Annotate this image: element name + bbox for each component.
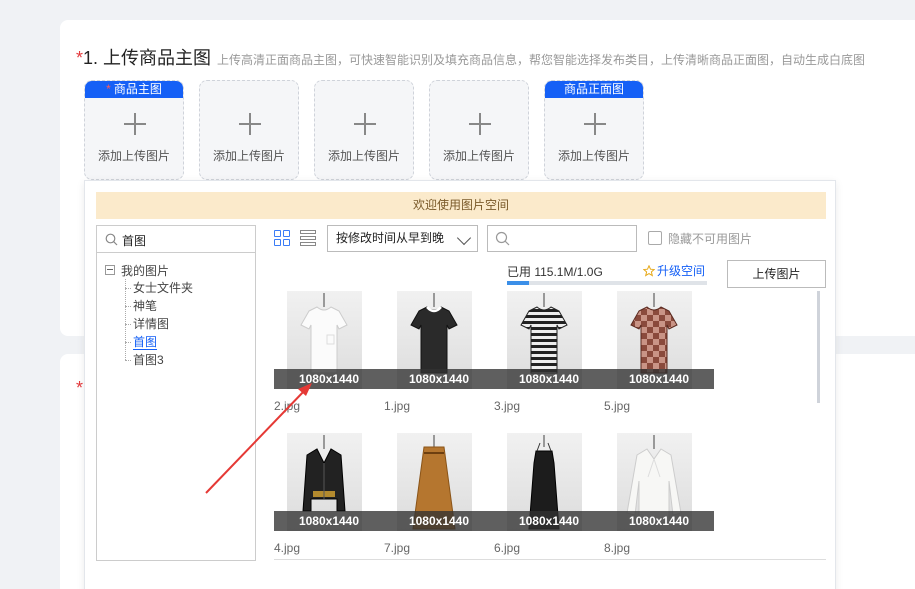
slot-label: 添加上传图片 [327, 149, 400, 163]
hide-unavailable-checkbox[interactable] [648, 231, 662, 245]
slot-label: 添加上传图片 [97, 149, 170, 163]
required-mark: * [76, 48, 84, 68]
plus-icon [354, 113, 376, 135]
image-dims: 1080x1440 [494, 511, 604, 531]
folder-item-details[interactable]: 详情图 [124, 315, 193, 333]
chevron-down-icon [456, 230, 472, 246]
plus-icon [239, 113, 261, 135]
image-dims: 1080x1440 [384, 369, 494, 389]
slot-tag-main: * 商品主图 [85, 81, 183, 98]
upload-slot-4[interactable]: 添加上传图片 [429, 80, 529, 180]
storage-usage-bar [507, 281, 707, 285]
folder-panel: 首图 我的图片 女士文件夹 神笔 详情图 首图 首图3 [96, 225, 256, 561]
image-dims: 1080x1440 [384, 511, 494, 531]
image-filename: 8.jpg [604, 541, 631, 555]
storage-usage-label: 已用 115.1M/1.0G [507, 265, 603, 279]
welcome-banner: 欢迎使用图片空间 [96, 192, 826, 219]
slot-tag-front: 商品正面图 [545, 81, 643, 98]
image-filename: 6.jpg [494, 541, 521, 555]
folder-search-input[interactable]: 首图 [97, 226, 255, 253]
storage-usage-fill [507, 281, 529, 285]
tree-root[interactable]: 我的图片 [105, 261, 193, 279]
image-dims: 1080x1440 [494, 369, 604, 389]
search-icon [495, 231, 510, 246]
image-filename: 3.jpg [494, 399, 521, 413]
plus-icon [469, 113, 491, 135]
folder-search-value: 首图 [122, 234, 147, 248]
upload-slot-main[interactable]: * 商品主图 添加上传图片 [84, 80, 184, 180]
hide-unavailable-label: 隐藏不可用图片 [668, 232, 753, 246]
folder-tree: 我的图片 女士文件夹 神笔 详情图 首图 首图3 [105, 261, 193, 369]
slot-label: 添加上传图片 [442, 149, 515, 163]
upload-slot-3[interactable]: 添加上传图片 [314, 80, 414, 180]
image-filename: 4.jpg [274, 541, 301, 555]
sort-dropdown[interactable]: 按修改时间从早到晚 [327, 225, 478, 252]
image-dims: 1080x1440 [604, 369, 714, 389]
image-filename: 2.jpg [274, 399, 301, 413]
folder-item-main-image[interactable]: 首图 [124, 333, 193, 351]
grid-view-icon[interactable] [274, 230, 290, 246]
plus-icon [124, 113, 146, 135]
image-dims: 1080x1440 [274, 511, 384, 531]
upgrade-link[interactable]: 升级空间 [643, 262, 705, 279]
image-dims: 1080x1440 [274, 369, 384, 389]
search-icon [105, 233, 118, 246]
section-hint: 上传高清正面商品主图，可快速智能识别及填充商品信息，帮您智能选择发布类目，上传清… [217, 53, 866, 67]
star-icon [643, 264, 655, 277]
image-space-picker: 欢迎使用图片空间 首图 我的图片 女士文件夹 神笔 详情图 首图 首图3 按修改… [84, 180, 836, 589]
folder-item-shenbi[interactable]: 神笔 [124, 297, 193, 315]
plus-icon [584, 113, 606, 135]
divider [274, 559, 826, 560]
image-search-input[interactable] [487, 225, 637, 252]
section-title: 1. 上传商品主图 [83, 48, 212, 68]
image-filename: 1.jpg [384, 399, 411, 413]
slot-required-mark: * [106, 82, 111, 96]
upload-slot-2[interactable]: 添加上传图片 [199, 80, 299, 180]
image-filename: 5.jpg [604, 399, 631, 413]
section-header: * 1. 上传商品主图 上传高清正面商品主图，可快速智能识别及填充商品信息，帮您… [76, 44, 865, 70]
sort-value: 按修改时间从早到晚 [336, 231, 445, 245]
folder-item-main-image-3[interactable]: 首图3 [124, 351, 193, 369]
list-view-icon[interactable] [300, 230, 316, 246]
image-filename: 7.jpg [384, 541, 411, 555]
folder-item-women[interactable]: 女士文件夹 [124, 279, 193, 297]
scrollbar[interactable] [817, 291, 820, 403]
tree-root-label: 我的图片 [121, 263, 170, 278]
upload-image-button[interactable]: 上传图片 [727, 260, 826, 288]
slot-label: 添加上传图片 [557, 149, 630, 163]
collapse-icon[interactable] [105, 265, 115, 275]
image-dims: 1080x1440 [604, 511, 714, 531]
next-section-required-mark: * [76, 378, 84, 398]
upload-slot-front[interactable]: 商品正面图 添加上传图片 [544, 80, 644, 180]
slot-label: 添加上传图片 [212, 149, 285, 163]
